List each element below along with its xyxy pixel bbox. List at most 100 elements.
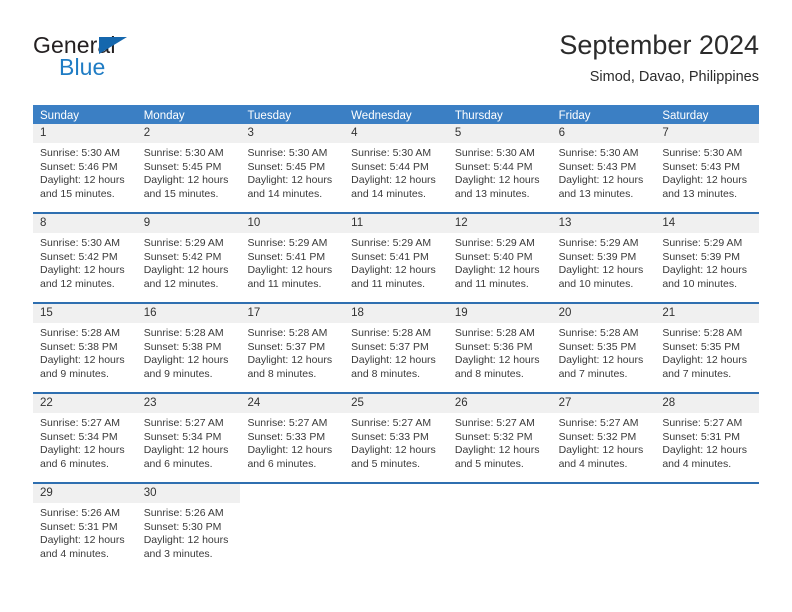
sunrise-text: Sunrise: 5:28 AM xyxy=(454,327,535,339)
daylight-text: Daylight: 12 hours and 6 minutes. xyxy=(40,444,125,470)
sunset-text: Sunset: 5:33 PM xyxy=(351,430,429,443)
day-cell[interactable]: 9 Sunrise: 5:29 AM Sunset: 5:42 PM Daylight… xyxy=(136,214,241,302)
sunrise-text: Sunrise: 5:30 AM xyxy=(247,147,328,159)
day-details: Sunrise: 5:29 AM Sunset: 5:41 PM Daylight:… xyxy=(344,233,448,291)
day-cell[interactable]: 24 Sunrise: 5:27 AM Sunset: 5:33 PM Dayligh… xyxy=(240,394,345,482)
day-details: Sunrise: 5:27 AM Sunset: 5:31 PM Daylight:… xyxy=(655,413,759,471)
day-cell[interactable]: 19 Sunrise: 5:28 AM Sunset: 5:36 PM Dayligh… xyxy=(447,304,552,392)
day-cell[interactable]: 3 Sunrise: 5:30 AM Sunset: 5:45 PM Daylight… xyxy=(240,124,345,212)
daylight-text: Daylight: 12 hours and 4 minutes. xyxy=(558,444,644,470)
day-cell[interactable]: 7 Sunrise: 5:30 AM Sunset: 5:43 PM Daylight… xyxy=(655,124,760,212)
sunset-text: Sunset: 5:36 PM xyxy=(454,340,533,353)
day-cell[interactable]: 16 Sunrise: 5:28 AM Sunset: 5:38 PM Dayligh… xyxy=(136,304,241,392)
day-number: 8 xyxy=(33,214,137,233)
day-cell[interactable]: 21 Sunrise: 5:28 AM Sunset: 5:35 PM Dayligh… xyxy=(655,304,760,392)
day-cell[interactable]: 8 Sunrise: 5:30 AM Sunset: 5:42 PM Daylight… xyxy=(33,214,137,302)
day-cell[interactable]: 2 Sunrise: 5:30 AM Sunset: 5:45 PM Daylight… xyxy=(136,124,241,212)
sunset-text: Sunset: 5:42 PM xyxy=(40,250,118,263)
daylight-text: Daylight: 12 hours and 8 minutes. xyxy=(247,354,333,380)
title-block: September 2024 Simod, Davao, Philippines xyxy=(559,28,759,88)
day-details: Sunrise: 5:28 AM Sunset: 5:37 PM Daylight:… xyxy=(240,323,344,381)
day-number xyxy=(344,484,448,503)
sunrise-text: Sunrise: 5:27 AM xyxy=(454,417,535,429)
day-details: Sunrise: 5:29 AM Sunset: 5:41 PM Daylight:… xyxy=(240,233,344,291)
day-cell[interactable]: 17 Sunrise: 5:28 AM Sunset: 5:37 PM Dayligh… xyxy=(240,304,345,392)
sunrise-text: Sunrise: 5:29 AM xyxy=(454,237,535,249)
sunset-text: Sunset: 5:45 PM xyxy=(247,160,326,173)
sunrise-text: Sunrise: 5:28 AM xyxy=(247,327,328,339)
day-details: Sunrise: 5:29 AM Sunset: 5:42 PM Daylight:… xyxy=(137,233,241,291)
day-cell-empty xyxy=(447,484,552,572)
sunset-text: Sunset: 5:38 PM xyxy=(40,340,118,353)
brand-logo[interactable]: General Blue xyxy=(33,32,233,88)
daylight-text: Daylight: 12 hours and 15 minutes. xyxy=(143,174,229,200)
day-details: Sunrise: 5:26 AM Sunset: 5:30 PM Daylight:… xyxy=(137,503,241,561)
day-details: Sunrise: 5:27 AM Sunset: 5:33 PM Daylight:… xyxy=(240,413,344,471)
sunrise-text: Sunrise: 5:30 AM xyxy=(40,147,120,159)
day-number: 19 xyxy=(447,304,552,323)
sunset-text: Sunset: 5:46 PM xyxy=(40,160,118,173)
day-cell[interactable]: 12 Sunrise: 5:29 AM Sunset: 5:40 PM Dayligh… xyxy=(447,214,552,302)
day-details: Sunrise: 5:30 AM Sunset: 5:45 PM Daylight:… xyxy=(240,143,344,201)
daylight-text: Daylight: 12 hours and 12 minutes. xyxy=(143,264,229,290)
day-details: Sunrise: 5:27 AM Sunset: 5:32 PM Daylight:… xyxy=(552,413,656,471)
day-details: Sunrise: 5:30 AM Sunset: 5:42 PM Daylight:… xyxy=(33,233,137,291)
day-number: 30 xyxy=(136,484,241,503)
sunrise-text: Sunrise: 5:27 AM xyxy=(40,417,120,429)
day-cell[interactable]: 18 Sunrise: 5:28 AM Sunset: 5:37 PM Dayligh… xyxy=(344,304,448,392)
sunset-text: Sunset: 5:41 PM xyxy=(247,250,326,263)
sunset-text: Sunset: 5:43 PM xyxy=(662,160,740,173)
day-number: 7 xyxy=(655,124,760,143)
day-cell[interactable]: 29 Sunrise: 5:26 AM Sunset: 5:31 PM Dayligh… xyxy=(33,484,137,572)
day-cell[interactable]: 30 Sunrise: 5:26 AM Sunset: 5:30 PM Dayligh… xyxy=(136,484,241,572)
daylight-text: Daylight: 12 hours and 5 minutes. xyxy=(351,444,436,470)
sunset-text: Sunset: 5:31 PM xyxy=(40,520,118,533)
day-cell[interactable]: 23 Sunrise: 5:27 AM Sunset: 5:34 PM Dayligh… xyxy=(136,394,241,482)
daylight-text: Daylight: 12 hours and 3 minutes. xyxy=(143,534,229,560)
sunset-text: Sunset: 5:32 PM xyxy=(558,430,637,443)
calendar-grid: Sunday Monday Tuesday Wednesday Thursday… xyxy=(33,105,760,572)
sunrise-text: Sunrise: 5:30 AM xyxy=(558,147,639,159)
day-cell[interactable]: 25 Sunrise: 5:27 AM Sunset: 5:33 PM Dayligh… xyxy=(344,394,448,482)
day-number: 6 xyxy=(551,124,656,143)
weekday-header-row: Sunday Monday Tuesday Wednesday Thursday… xyxy=(33,105,759,124)
day-details: Sunrise: 5:30 AM Sunset: 5:44 PM Daylight:… xyxy=(344,143,448,201)
sunset-text: Sunset: 5:37 PM xyxy=(351,340,429,353)
sunrise-text: Sunrise: 5:30 AM xyxy=(351,147,432,159)
day-cell[interactable]: 10 Sunrise: 5:29 AM Sunset: 5:41 PM Dayligh… xyxy=(240,214,345,302)
day-cell[interactable]: 1 Sunrise: 5:30 AM Sunset: 5:46 PM Daylight… xyxy=(33,124,137,212)
day-number xyxy=(447,484,552,503)
daylight-text: Daylight: 12 hours and 10 minutes. xyxy=(558,264,644,290)
day-details: Sunrise: 5:28 AM Sunset: 5:38 PM Daylight:… xyxy=(33,323,137,381)
day-cell[interactable]: 22 Sunrise: 5:27 AM Sunset: 5:34 PM Dayligh… xyxy=(33,394,137,482)
daylight-text: Daylight: 12 hours and 4 minutes. xyxy=(40,534,125,560)
day-cell[interactable]: 26 Sunrise: 5:27 AM Sunset: 5:32 PM Dayligh… xyxy=(447,394,552,482)
sunrise-text: Sunrise: 5:28 AM xyxy=(558,327,639,339)
day-number: 14 xyxy=(655,214,760,233)
day-number: 10 xyxy=(240,214,345,233)
weekday-header-sunday: Sunday xyxy=(40,110,80,122)
daylight-text: Daylight: 12 hours and 12 minutes. xyxy=(40,264,125,290)
day-cell[interactable]: 13 Sunrise: 5:29 AM Sunset: 5:39 PM Dayligh… xyxy=(551,214,656,302)
day-cell[interactable]: 20 Sunrise: 5:28 AM Sunset: 5:35 PM Dayligh… xyxy=(551,304,656,392)
sunset-text: Sunset: 5:34 PM xyxy=(143,430,222,443)
day-number: 9 xyxy=(136,214,241,233)
day-cell[interactable]: 28 Sunrise: 5:27 AM Sunset: 5:31 PM Dayligh… xyxy=(655,394,760,482)
day-number: 21 xyxy=(655,304,760,323)
sunset-text: Sunset: 5:30 PM xyxy=(143,520,222,533)
sunset-text: Sunset: 5:35 PM xyxy=(662,340,740,353)
day-cell[interactable]: 4 Sunrise: 5:30 AM Sunset: 5:44 PM Daylight… xyxy=(344,124,448,212)
page-title: September 2024 xyxy=(559,30,759,60)
day-cell[interactable]: 14 Sunrise: 5:29 AM Sunset: 5:39 PM Dayligh… xyxy=(655,214,760,302)
day-cell[interactable]: 11 Sunrise: 5:29 AM Sunset: 5:41 PM Dayligh… xyxy=(344,214,448,302)
day-cell[interactable]: 15 Sunrise: 5:28 AM Sunset: 5:38 PM Dayligh… xyxy=(33,304,137,392)
sunrise-text: Sunrise: 5:26 AM xyxy=(40,507,120,519)
day-details: Sunrise: 5:28 AM Sunset: 5:35 PM Daylight:… xyxy=(655,323,759,381)
daylight-text: Daylight: 12 hours and 9 minutes. xyxy=(143,354,229,380)
day-cell[interactable]: 6 Sunrise: 5:30 AM Sunset: 5:43 PM Daylight… xyxy=(551,124,656,212)
day-cell[interactable]: 27 Sunrise: 5:27 AM Sunset: 5:32 PM Dayligh… xyxy=(551,394,656,482)
day-cell[interactable]: 5 Sunrise: 5:30 AM Sunset: 5:44 PM Daylight… xyxy=(447,124,552,212)
sunrise-text: Sunrise: 5:27 AM xyxy=(143,417,224,429)
day-details: Sunrise: 5:29 AM Sunset: 5:39 PM Daylight:… xyxy=(655,233,759,291)
day-details: Sunrise: 5:28 AM Sunset: 5:37 PM Daylight:… xyxy=(344,323,448,381)
